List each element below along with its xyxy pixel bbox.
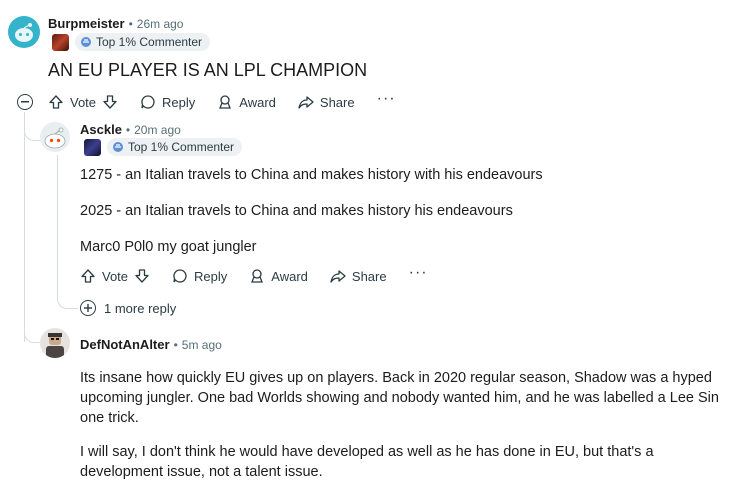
timestamp[interactable]: 26m ago (137, 17, 184, 31)
thread-line (57, 155, 58, 295)
comment-paragraph: 2025 - an Italian travels to China and m… (80, 203, 513, 219)
downvote-icon[interactable] (134, 268, 150, 284)
custom-avatar-icon (46, 333, 64, 358)
share-icon (298, 96, 314, 109)
comment-paragraph: I will say, I don't think he would have … (80, 444, 654, 480)
reply-button[interactable]: Reply (172, 268, 227, 284)
separator: • (125, 122, 131, 137)
comment-body: 1275 - an Italian travels to China and m… (80, 165, 720, 257)
upvote-button[interactable]: Vote (80, 268, 150, 284)
award-button[interactable]: Award (217, 94, 276, 110)
flair-image (52, 33, 69, 51)
more-replies-label: 1 more reply (104, 300, 177, 316)
comment-header: Asckle • 20m ago (80, 122, 181, 137)
separator: • (128, 16, 133, 31)
share-icon (330, 270, 346, 283)
badge-icon (81, 37, 91, 47)
username[interactable]: DefNotAnAlter (80, 337, 170, 352)
badge-icon (113, 142, 123, 152)
award-icon (219, 95, 232, 109)
snoo-avatar-icon (44, 127, 66, 149)
comment-actions: Vote Reply Award Share ··· (48, 90, 396, 112)
reply-label: Reply (162, 94, 196, 110)
reply-label: Reply (194, 268, 228, 284)
thread-connector (24, 120, 41, 141)
award-label: Award (239, 94, 276, 110)
comment-bubble-icon (173, 269, 187, 283)
vote-label: Vote (102, 268, 129, 284)
avatar[interactable] (40, 122, 70, 152)
top-commenter-badge[interactable]: Top 1% Commenter (75, 33, 211, 51)
comment-paragraph: 1275 - an Italian travels to China and m… (80, 167, 543, 183)
share-label: Share (319, 94, 355, 110)
award-icon (251, 269, 264, 283)
comment-paragraph: Marc0 P0l0 my goat jungler (80, 239, 257, 255)
flair-row: Top 1% Commenter (52, 33, 211, 51)
plus-circle-icon (80, 300, 96, 316)
timestamp[interactable]: 20m ago (134, 123, 181, 137)
flair-row: Top 1% Commenter (84, 138, 243, 156)
comment-header: Burpmeister • 26m ago (48, 16, 183, 31)
share-label: Share (351, 268, 387, 284)
separator: • (173, 337, 178, 352)
award-button[interactable]: Award (249, 268, 308, 284)
top-commenter-badge[interactable]: Top 1% Commenter (107, 138, 243, 156)
comment-bubble-icon (141, 95, 155, 109)
comment-text: AN EU PLAYER IS AN LPL CHAMPION (48, 60, 368, 80)
vote-label: Vote (70, 94, 97, 110)
badge-label: Top 1% Commenter (96, 35, 203, 49)
thread-connector (57, 292, 78, 309)
timestamp[interactable]: 5m ago (182, 338, 222, 352)
upvote-icon (49, 95, 63, 109)
share-button[interactable]: Share (330, 268, 387, 284)
more-options-button[interactable]: ··· (409, 264, 428, 282)
more-replies-link[interactable]: 1 more reply (80, 300, 176, 316)
collapse-button[interactable] (17, 94, 33, 110)
comment-body: AN EU PLAYER IS AN LPL CHAMPION (48, 60, 367, 81)
badge-label: Top 1% Commenter (128, 140, 235, 154)
username[interactable]: Burpmeister (48, 16, 125, 31)
avatar[interactable] (8, 16, 40, 48)
comment-paragraph: Its insane how quickly EU gives up on pl… (80, 370, 719, 426)
avatar[interactable] (40, 328, 70, 358)
comment-body: Its insane how quickly EU gives up on pl… (80, 368, 730, 482)
minus-icon (21, 101, 29, 103)
thread-line (24, 112, 25, 342)
reply-button[interactable]: Reply (140, 94, 195, 110)
snoo-avatar-icon (15, 23, 33, 42)
more-options-button[interactable]: ··· (377, 90, 396, 108)
comment-header: DefNotAnAlter • 5m ago (80, 337, 222, 352)
upvote-button[interactable]: Vote (48, 94, 118, 110)
share-button[interactable]: Share (298, 94, 355, 110)
thread-connector (24, 322, 41, 343)
downvote-icon[interactable] (102, 94, 118, 110)
flair-image (84, 138, 101, 156)
username[interactable]: Asckle (80, 122, 122, 137)
award-label: Award (271, 268, 308, 284)
upvote-icon (81, 269, 95, 283)
comment-actions: Vote Reply Award Share ··· (80, 264, 428, 286)
